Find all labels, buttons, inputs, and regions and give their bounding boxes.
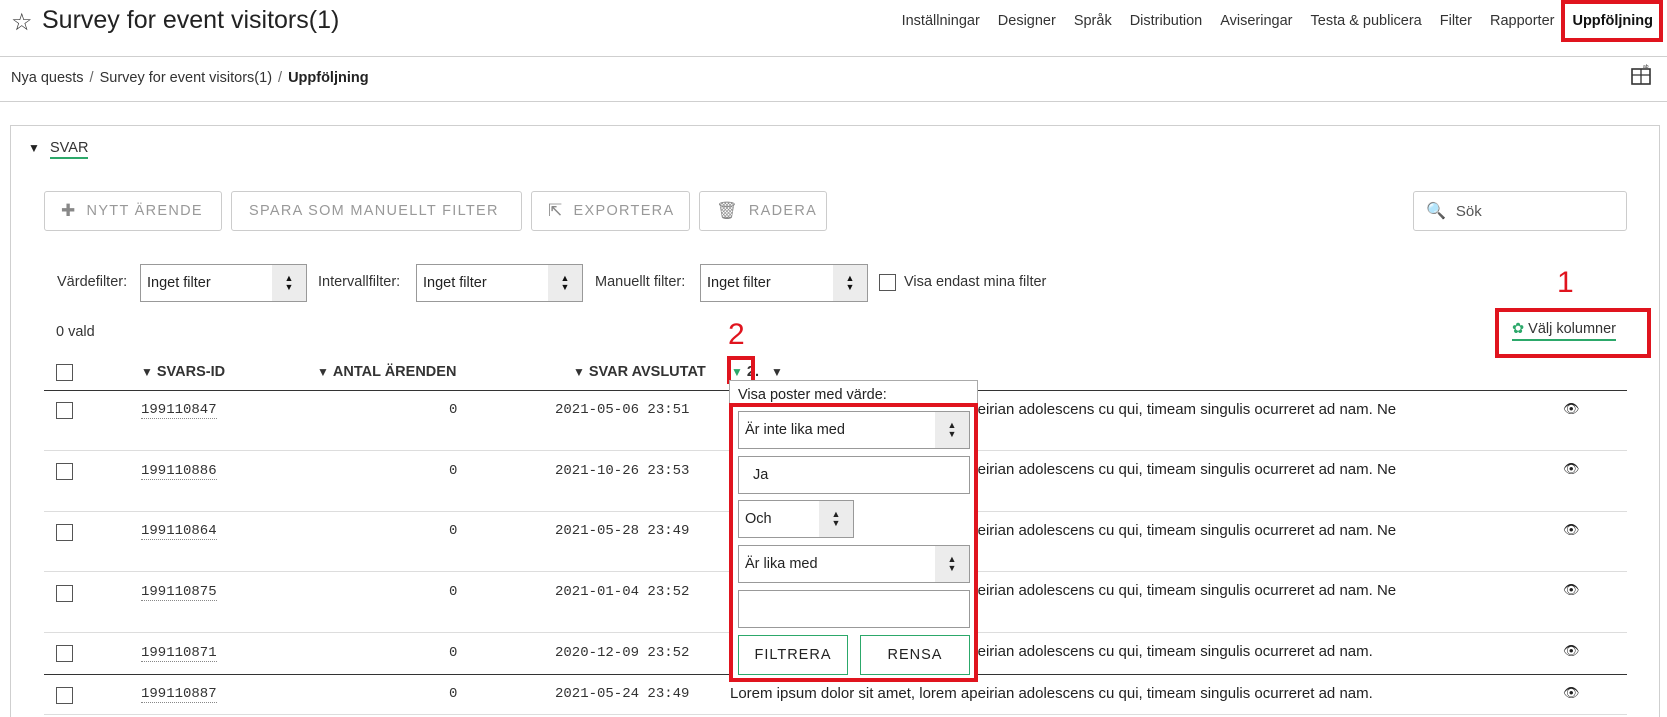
completed-date: 2021-01-04 23:52 (555, 584, 690, 600)
select-arrows-icon: ▲ ▼ (272, 265, 306, 301)
row-checkbox[interactable] (56, 402, 73, 419)
only-mine-checkbox[interactable] (879, 274, 896, 291)
row-checkbox[interactable] (56, 585, 73, 602)
response-id-link[interactable]: 199110864 (141, 523, 217, 540)
section-title[interactable]: SVAR (50, 140, 89, 159)
case-count: 0 (449, 645, 458, 661)
nav-highlight-box (1561, 0, 1663, 42)
plus-icon: ✚ (61, 201, 77, 220)
eye-icon[interactable]: 👁 (1563, 401, 1580, 417)
select-arrows-icon: ▲ ▼ (833, 265, 867, 301)
nav-rapporter[interactable]: Rapporter (1490, 13, 1554, 29)
case-count: 0 (449, 402, 458, 418)
col-antal-arenden[interactable]: ▼ ANTAL ÄRENDEN (317, 364, 456, 380)
interval-filter-label: Intervallfilter: (318, 274, 401, 290)
top-bar: ☆ Survey for event visitors(1) Inställni… (0, 0, 1667, 57)
main-nav: Inställningar Designer Språk Distributio… (884, 0, 1659, 42)
trash-icon: 🗑 (716, 201, 739, 220)
response-id-link[interactable]: 199110847 (141, 402, 217, 419)
interval-filter-select[interactable]: Inget filter ▲ ▼ (416, 264, 583, 302)
row-checkbox[interactable] (56, 463, 73, 480)
nav-filter[interactable]: Filter (1440, 13, 1472, 29)
eye-icon[interactable]: 👁 (1563, 582, 1580, 598)
collapse-triangle-icon[interactable]: ▼ (28, 141, 40, 155)
col-svar-avslutat[interactable]: ▼ SVAR AVSLUTAT (573, 364, 706, 380)
selection-count: 0 vald (56, 324, 95, 340)
response-id-link[interactable]: 199110871 (141, 645, 217, 662)
nav-aviseringar[interactable]: Aviseringar (1220, 13, 1292, 29)
completed-date: 2021-05-06 23:51 (555, 402, 690, 418)
response-id-link[interactable]: 199110887 (141, 686, 217, 703)
value-filter-select[interactable]: Inget filter ▲ ▼ (140, 264, 307, 302)
answer-text: Lorem ipsum dolor sit amet, lorem apeiri… (730, 685, 1373, 702)
eye-icon[interactable]: 👁 (1563, 461, 1580, 477)
row-checkbox[interactable] (56, 687, 73, 704)
filter-icon: ▼ (141, 365, 153, 379)
choose-columns-highlight-box (1495, 308, 1651, 358)
response-id-link[interactable]: 199110886 (141, 463, 217, 480)
breadcrumb: Nya quests / Survey for event visitors(1) /… (11, 70, 369, 86)
filter-icon: ▼ (573, 365, 585, 379)
select-arrows-icon: ▲ ▼ (548, 265, 582, 301)
eye-icon[interactable]: 👁 (1563, 522, 1580, 538)
filter-icon: ▼ (317, 365, 329, 379)
case-count: 0 (449, 584, 458, 600)
value-filter-label: Värdefilter: (57, 274, 128, 290)
spreadsheet-export-icon[interactable]: ab (1629, 64, 1653, 88)
eye-icon[interactable]: 👁 (1563, 643, 1580, 659)
nav-distribution[interactable]: Distribution (1130, 13, 1203, 29)
col-svars-id[interactable]: ▼ SVARS-ID (141, 364, 225, 380)
nav-sprak[interactable]: Språk (1074, 13, 1112, 29)
page-title: Survey for event visitors(1) (42, 6, 340, 34)
new-case-button[interactable]: ✚ NYTT ÄRENDE (44, 191, 222, 231)
completed-date: 2020-12-09 23:52 (555, 645, 690, 661)
nav-installningar[interactable]: Inställningar (902, 13, 980, 29)
breadcrumb-item[interactable]: Survey for event visitors(1) (100, 70, 272, 86)
nav-designer[interactable]: Designer (998, 13, 1056, 29)
search-icon: 🔍 (1426, 203, 1446, 220)
export-button[interactable]: ⇱ EXPORTERA (531, 191, 690, 231)
search-input[interactable]: 🔍 Sök (1413, 191, 1627, 231)
case-count: 0 (449, 523, 458, 539)
manual-filter-label: Manuellt filter: (595, 274, 686, 290)
breadcrumb-item[interactable]: Nya quests (11, 70, 84, 86)
manual-filter-select[interactable]: Inget filter ▲ ▼ (700, 264, 868, 302)
case-count: 0 (449, 463, 458, 479)
svg-text:ab: ab (1643, 64, 1649, 70)
response-id-link[interactable]: 199110875 (141, 584, 217, 601)
annotation-1: 1 (1557, 266, 1574, 299)
case-count: 0 (449, 686, 458, 702)
breadcrumb-current: Uppföljning (288, 70, 369, 86)
share-icon: ⇱ (548, 201, 564, 220)
row-checkbox[interactable] (56, 524, 73, 541)
divider (0, 101, 1667, 102)
select-all-checkbox[interactable] (56, 364, 73, 381)
completed-date: 2021-05-24 23:49 (555, 686, 690, 702)
nav-testa-publicera[interactable]: Testa & publicera (1311, 13, 1422, 29)
delete-button[interactable]: 🗑 RADERA (699, 191, 827, 231)
completed-date: 2021-05-28 23:49 (555, 523, 690, 539)
sort-triangle-icon: ▼ (771, 365, 783, 379)
filter-popup-highlight-box (729, 403, 978, 682)
eye-icon[interactable]: 👁 (1563, 685, 1580, 701)
completed-date: 2021-10-26 23:53 (555, 463, 690, 479)
only-mine-label: Visa endast mina filter (904, 274, 1047, 290)
save-manual-filter-button[interactable]: SPARA SOM MANUELLT FILTER (231, 191, 522, 231)
row-checkbox[interactable] (56, 645, 73, 662)
filter-popup-title: Visa poster med värde: (738, 387, 887, 403)
annotation-2: 2 (728, 318, 745, 351)
star-icon[interactable]: ☆ (11, 8, 33, 37)
